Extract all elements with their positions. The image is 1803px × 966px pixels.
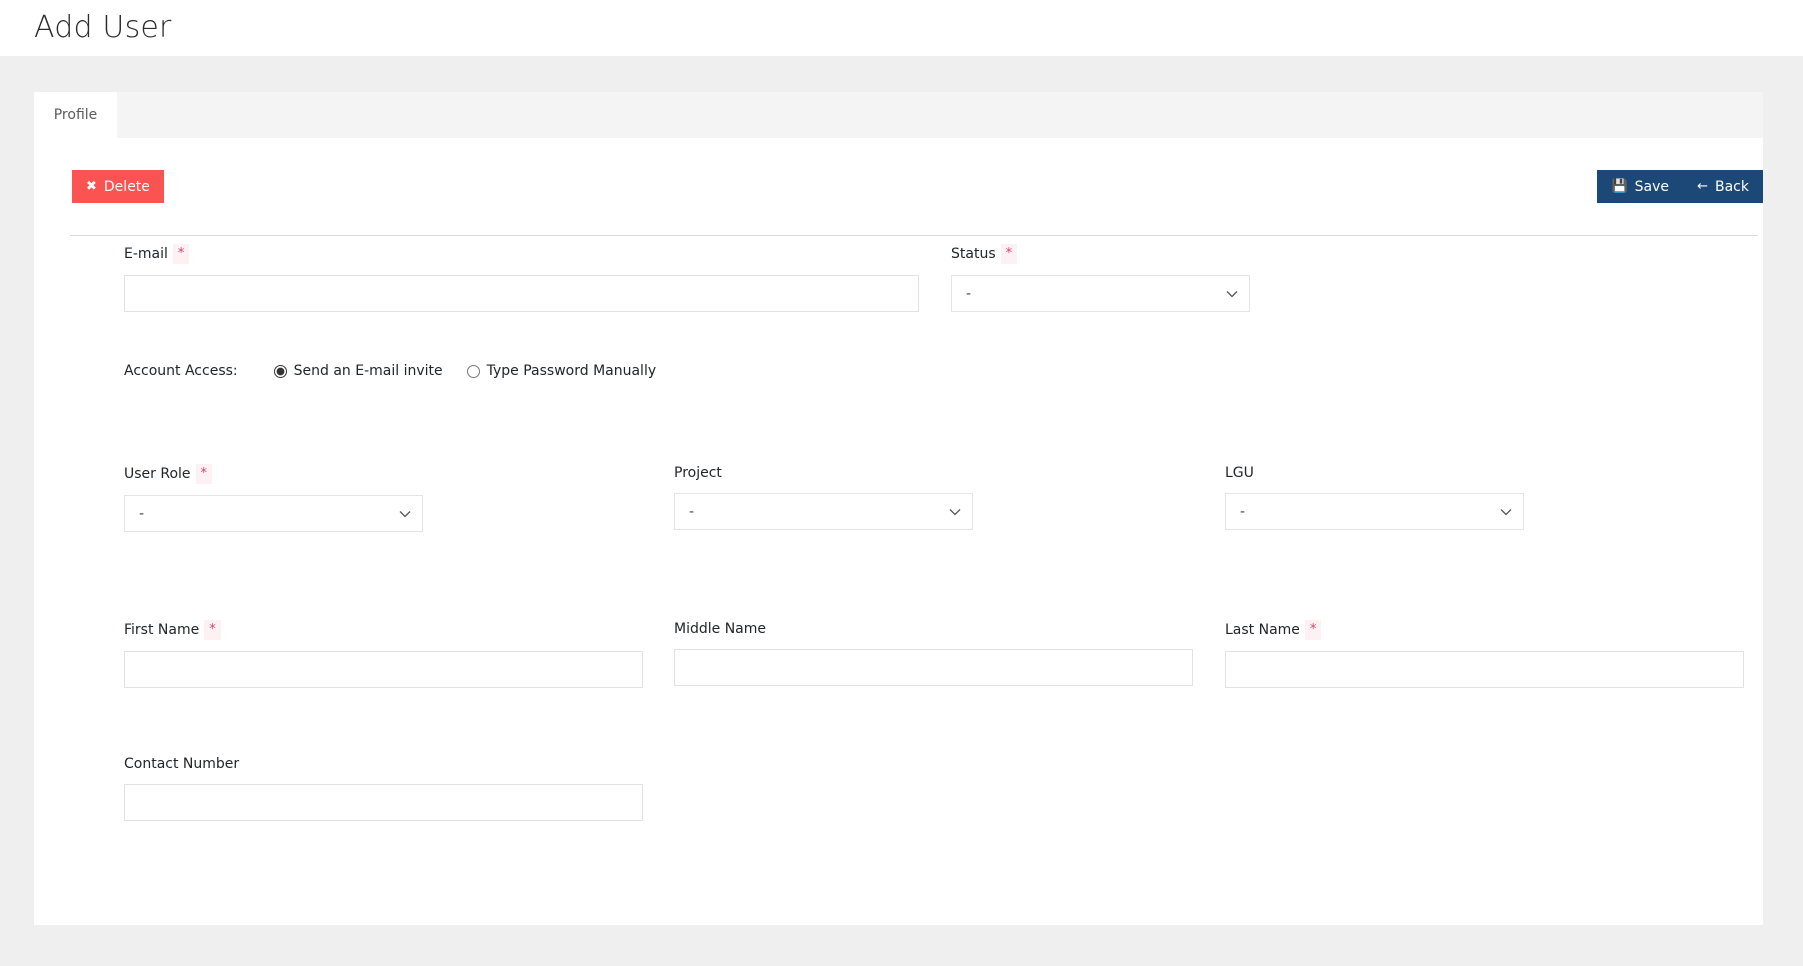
last-name-required-marker: * (1305, 620, 1322, 640)
tab-profile[interactable]: Profile (34, 92, 117, 138)
contact-number-label: Contact Number (124, 755, 643, 773)
field-project: Project - (674, 464, 973, 530)
field-middle-name: Middle Name (674, 620, 1193, 686)
first-name-label-text: First Name (124, 622, 199, 638)
project-label: Project (674, 464, 973, 482)
lgu-label-text: LGU (1225, 465, 1254, 481)
field-first-name: First Name * (124, 620, 643, 688)
radio-type-password-manually-label: Type Password Manually (487, 363, 657, 379)
project-label-text: Project (674, 465, 722, 481)
times-icon: ✖ (86, 180, 97, 193)
email-label: E-mail * (124, 244, 919, 264)
email-label-text: E-mail (124, 246, 168, 262)
radio-send-email-invite-input[interactable] (274, 365, 287, 378)
status-required-marker: * (1001, 244, 1018, 264)
first-name-required-marker: * (204, 620, 221, 640)
card-toolbar: ✖ Delete 💾 Save ← Back (34, 138, 1763, 236)
project-select[interactable]: - (674, 493, 973, 530)
email-input[interactable] (124, 275, 919, 312)
radio-send-email-invite-label: Send an E-mail invite (294, 363, 443, 379)
delete-button[interactable]: ✖ Delete (72, 170, 164, 203)
field-status: Status * - (951, 244, 1250, 312)
last-name-label: Last Name * (1225, 620, 1744, 640)
contact-number-input[interactable] (124, 784, 643, 821)
delete-button-label: Delete (104, 179, 150, 195)
status-select[interactable]: - (951, 275, 1250, 312)
account-access-row: Account Access: Send an E-mail invite Ty… (124, 361, 680, 381)
field-email: E-mail * (124, 244, 919, 312)
middle-name-input[interactable] (674, 649, 1193, 686)
page-title: Add User (34, 8, 172, 48)
first-name-input[interactable] (124, 651, 643, 688)
tab-bar: Profile (34, 92, 1763, 138)
field-last-name: Last Name * (1225, 620, 1744, 688)
middle-name-label-text: Middle Name (674, 621, 766, 637)
status-label: Status * (951, 244, 1250, 264)
user-role-label-text: User Role (124, 466, 191, 482)
email-required-marker: * (173, 244, 190, 264)
radio-send-email-invite[interactable]: Send an E-mail invite (274, 363, 443, 379)
profile-card: ✖ Delete 💾 Save ← Back E-mail * Status * (34, 138, 1763, 925)
arrow-left-icon: ← (1697, 180, 1708, 193)
radio-type-password-manually[interactable]: Type Password Manually (467, 363, 657, 379)
radio-type-password-manually-input[interactable] (467, 365, 480, 378)
floppy-save-icon: 💾 (1611, 180, 1627, 193)
contact-number-label-text: Contact Number (124, 756, 239, 772)
back-button[interactable]: ← Back (1683, 170, 1763, 203)
profile-form: E-mail* Status* - Account Access: S (34, 236, 1763, 925)
user-role-select[interactable]: - (124, 495, 423, 532)
field-user-role: User Role * - (124, 464, 423, 532)
status-label-text: Status (951, 246, 996, 262)
app-header: Add User (0, 0, 1803, 56)
save-button[interactable]: 💾 Save (1597, 170, 1683, 203)
middle-name-label: Middle Name (674, 620, 1193, 638)
save-button-label: Save (1635, 179, 1669, 195)
first-name-label: First Name * (124, 620, 643, 640)
tab-profile-label: Profile (54, 107, 98, 123)
back-button-label: Back (1715, 179, 1749, 195)
last-name-label-text: Last Name (1225, 622, 1300, 638)
lgu-label: LGU (1225, 464, 1524, 482)
lgu-select[interactable]: - (1225, 493, 1524, 530)
user-role-required-marker: * (196, 464, 213, 484)
field-lgu: LGU - (1225, 464, 1524, 530)
account-access-label: Account Access: (124, 363, 238, 379)
user-role-label: User Role * (124, 464, 423, 484)
field-contact-number: Contact Number (124, 755, 643, 821)
last-name-input[interactable] (1225, 651, 1744, 688)
